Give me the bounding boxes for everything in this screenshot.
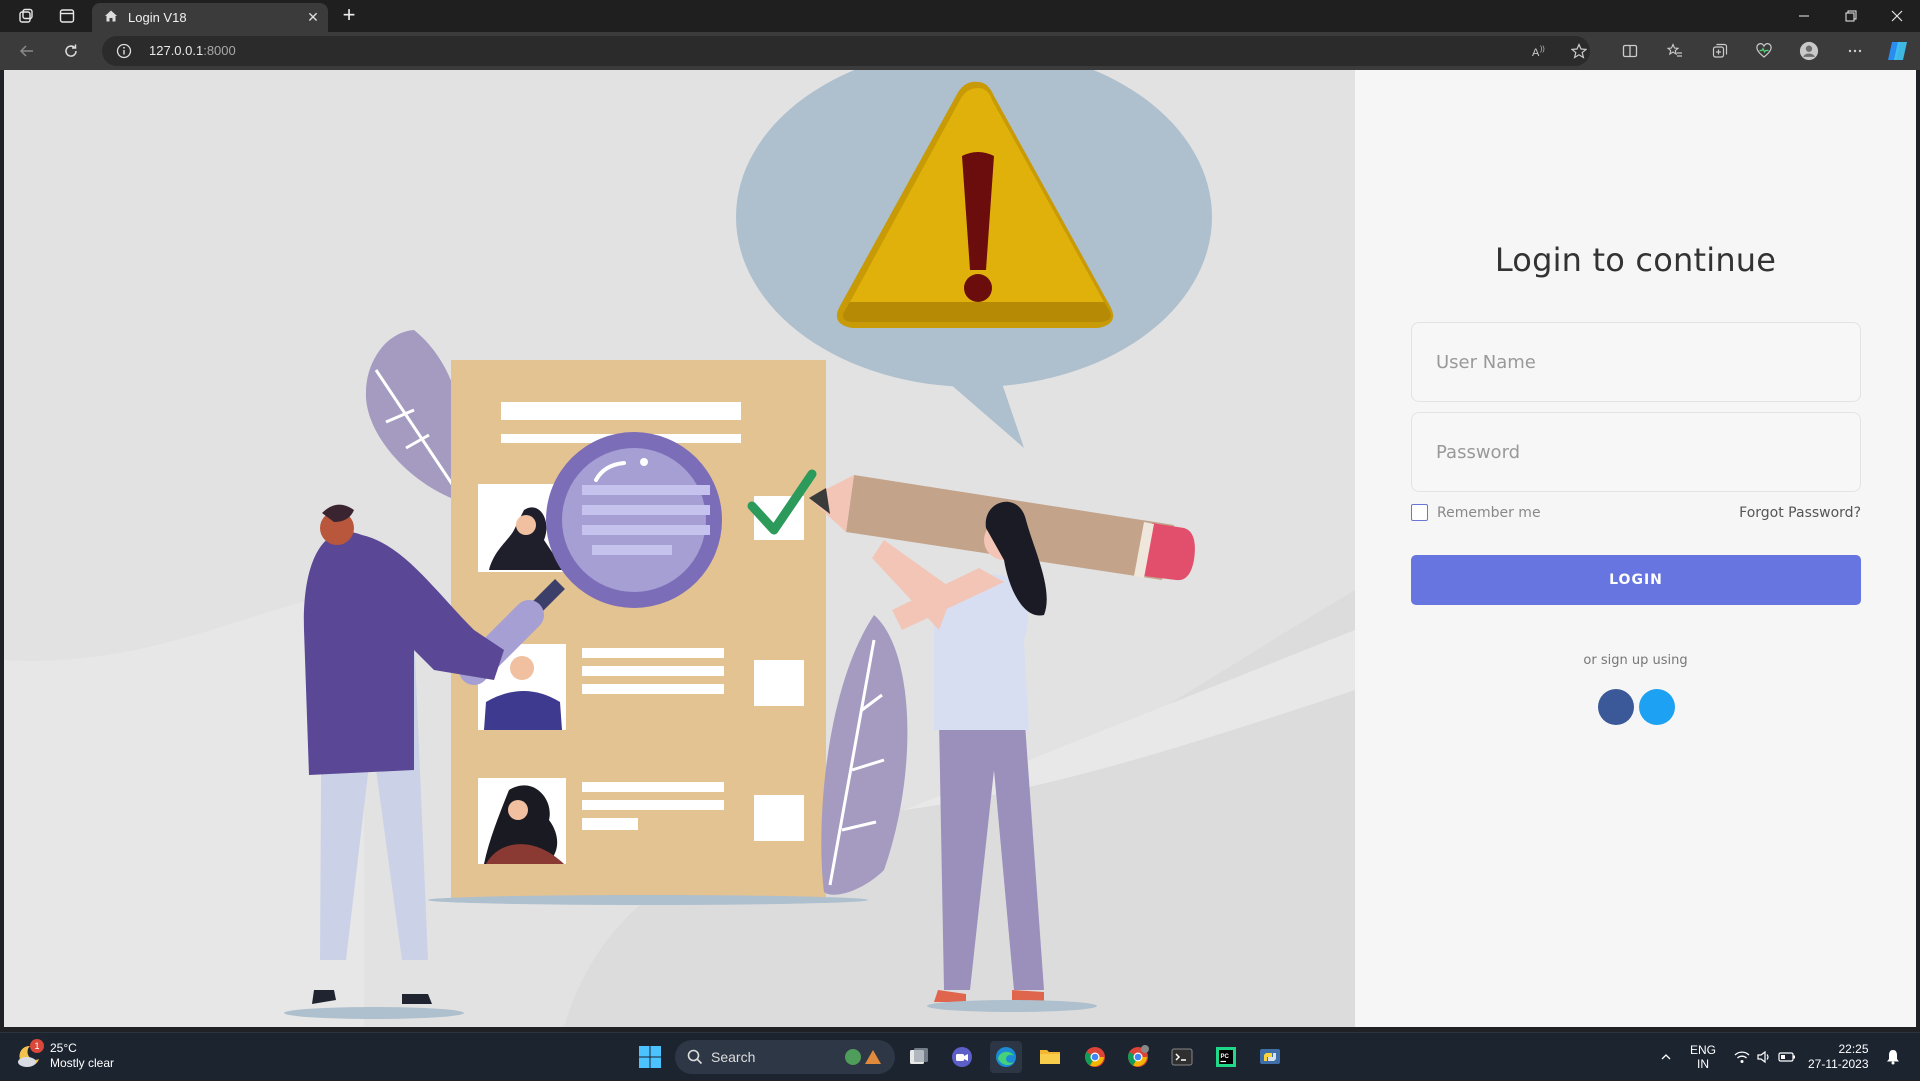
home-icon xyxy=(104,9,118,26)
hero-illustration xyxy=(4,70,1355,1027)
notification-bell-icon[interactable] xyxy=(1882,1033,1904,1081)
weather-widget[interactable]: 1 25°C Mostly clear xyxy=(16,1039,115,1071)
weather-condition: Mostly clear xyxy=(50,1056,115,1070)
signup-text: or sign up using xyxy=(1583,653,1688,668)
login-panel: Login to continue Remember me Forgot Pas… xyxy=(1355,70,1916,1027)
taskbar: 1 25°C Mostly clear Search PC ENG IN 22:… xyxy=(0,1032,1920,1080)
search-highlight-icon xyxy=(843,1046,883,1068)
login-title: Login to continue xyxy=(1494,241,1777,279)
password-input[interactable] xyxy=(1411,412,1861,492)
login-button[interactable]: LOGIN xyxy=(1411,555,1861,605)
warning-illustration xyxy=(4,70,1355,1027)
twitter-signup-button[interactable] xyxy=(1639,689,1675,725)
remember-me-row[interactable]: Remember me xyxy=(1411,504,1541,521)
url-port: :8000 xyxy=(203,43,236,58)
language-line1: ENG xyxy=(1689,1043,1716,1057)
terminal-icon[interactable] xyxy=(1166,1041,1198,1073)
battery-icon[interactable] xyxy=(1776,1033,1798,1081)
refresh-icon[interactable] xyxy=(61,41,81,61)
chrome-icon[interactable] xyxy=(1079,1041,1111,1073)
back-icon[interactable] xyxy=(17,41,37,61)
site-info-icon[interactable] xyxy=(116,43,132,64)
taskbar-search[interactable]: Search xyxy=(675,1040,895,1074)
remember-me-checkbox[interactable] xyxy=(1411,504,1428,521)
collections-icon[interactable] xyxy=(1710,41,1730,61)
browser-tab-bar: Login V18 ✕ + xyxy=(0,0,1920,32)
weather-moon-icon: 1 xyxy=(16,1039,44,1069)
svg-text:PC: PC xyxy=(1221,1054,1230,1060)
volume-icon[interactable] xyxy=(1754,1033,1774,1081)
new-tab-button[interactable]: + xyxy=(336,4,362,28)
remember-me-label[interactable]: Remember me xyxy=(1437,505,1541,521)
python-icon[interactable] xyxy=(1254,1041,1286,1073)
forgot-password-link[interactable]: Forgot Password? xyxy=(1739,505,1861,521)
svg-text:A: A xyxy=(1532,47,1540,59)
chrome-profile-icon[interactable] xyxy=(1122,1041,1154,1073)
url-text: 127.0.0.1:8000 xyxy=(149,43,236,58)
copilot-icon[interactable] xyxy=(1886,39,1910,63)
svg-text:)): )) xyxy=(1540,46,1545,53)
weather-badge: 1 xyxy=(30,1039,44,1053)
weather-temp: 25°C xyxy=(50,1041,77,1055)
more-menu-icon[interactable] xyxy=(1845,41,1865,61)
wifi-icon[interactable] xyxy=(1732,1033,1752,1081)
task-view-icon[interactable] xyxy=(903,1041,935,1073)
read-aloud-icon[interactable]: A)) xyxy=(1529,41,1549,61)
workspaces-icon[interactable] xyxy=(16,6,36,26)
favorite-star-icon[interactable] xyxy=(1569,41,1589,61)
start-button[interactable] xyxy=(634,1041,666,1073)
page-viewport: Login to continue Remember me Forgot Pas… xyxy=(4,70,1916,1027)
tab-login[interactable]: Login V18 ✕ xyxy=(92,3,328,32)
tray-overflow-icon[interactable] xyxy=(1656,1033,1676,1081)
search-icon xyxy=(687,1049,703,1065)
pycharm-icon[interactable]: PC xyxy=(1210,1041,1242,1073)
browser-essentials-icon[interactable] xyxy=(1754,41,1774,61)
clock-date: 27-11-2023 xyxy=(1808,1057,1869,1071)
file-explorer-icon[interactable] xyxy=(1034,1041,1066,1073)
facebook-signup-button[interactable] xyxy=(1598,689,1634,725)
split-screen-icon[interactable] xyxy=(1620,41,1640,61)
browser-toolbar: 127.0.0.1:8000 A)) xyxy=(0,32,1920,70)
url-host: 127.0.0.1 xyxy=(149,43,204,58)
tab-actions-icon[interactable] xyxy=(57,6,77,26)
favorites-icon[interactable] xyxy=(1665,41,1685,61)
edge-icon[interactable] xyxy=(990,1041,1022,1073)
clock-time: 22:25 xyxy=(1838,1042,1869,1056)
window-close-icon[interactable] xyxy=(1874,0,1920,32)
profile-avatar-icon[interactable] xyxy=(1799,41,1819,61)
language-line2: IN xyxy=(1697,1057,1709,1071)
minimize-icon[interactable] xyxy=(1781,0,1827,32)
close-icon[interactable]: ✕ xyxy=(302,7,324,29)
language-indicator[interactable]: ENG IN xyxy=(1686,1033,1720,1081)
meet-icon[interactable] xyxy=(946,1041,978,1073)
username-input[interactable] xyxy=(1411,322,1861,402)
search-label: Search xyxy=(711,1049,756,1065)
tab-title: Login V18 xyxy=(128,10,187,25)
system-clock[interactable]: 22:25 27-11-2023 xyxy=(1808,1042,1869,1072)
address-bar[interactable]: 127.0.0.1:8000 xyxy=(102,36,1590,66)
restore-icon[interactable] xyxy=(1828,0,1874,32)
